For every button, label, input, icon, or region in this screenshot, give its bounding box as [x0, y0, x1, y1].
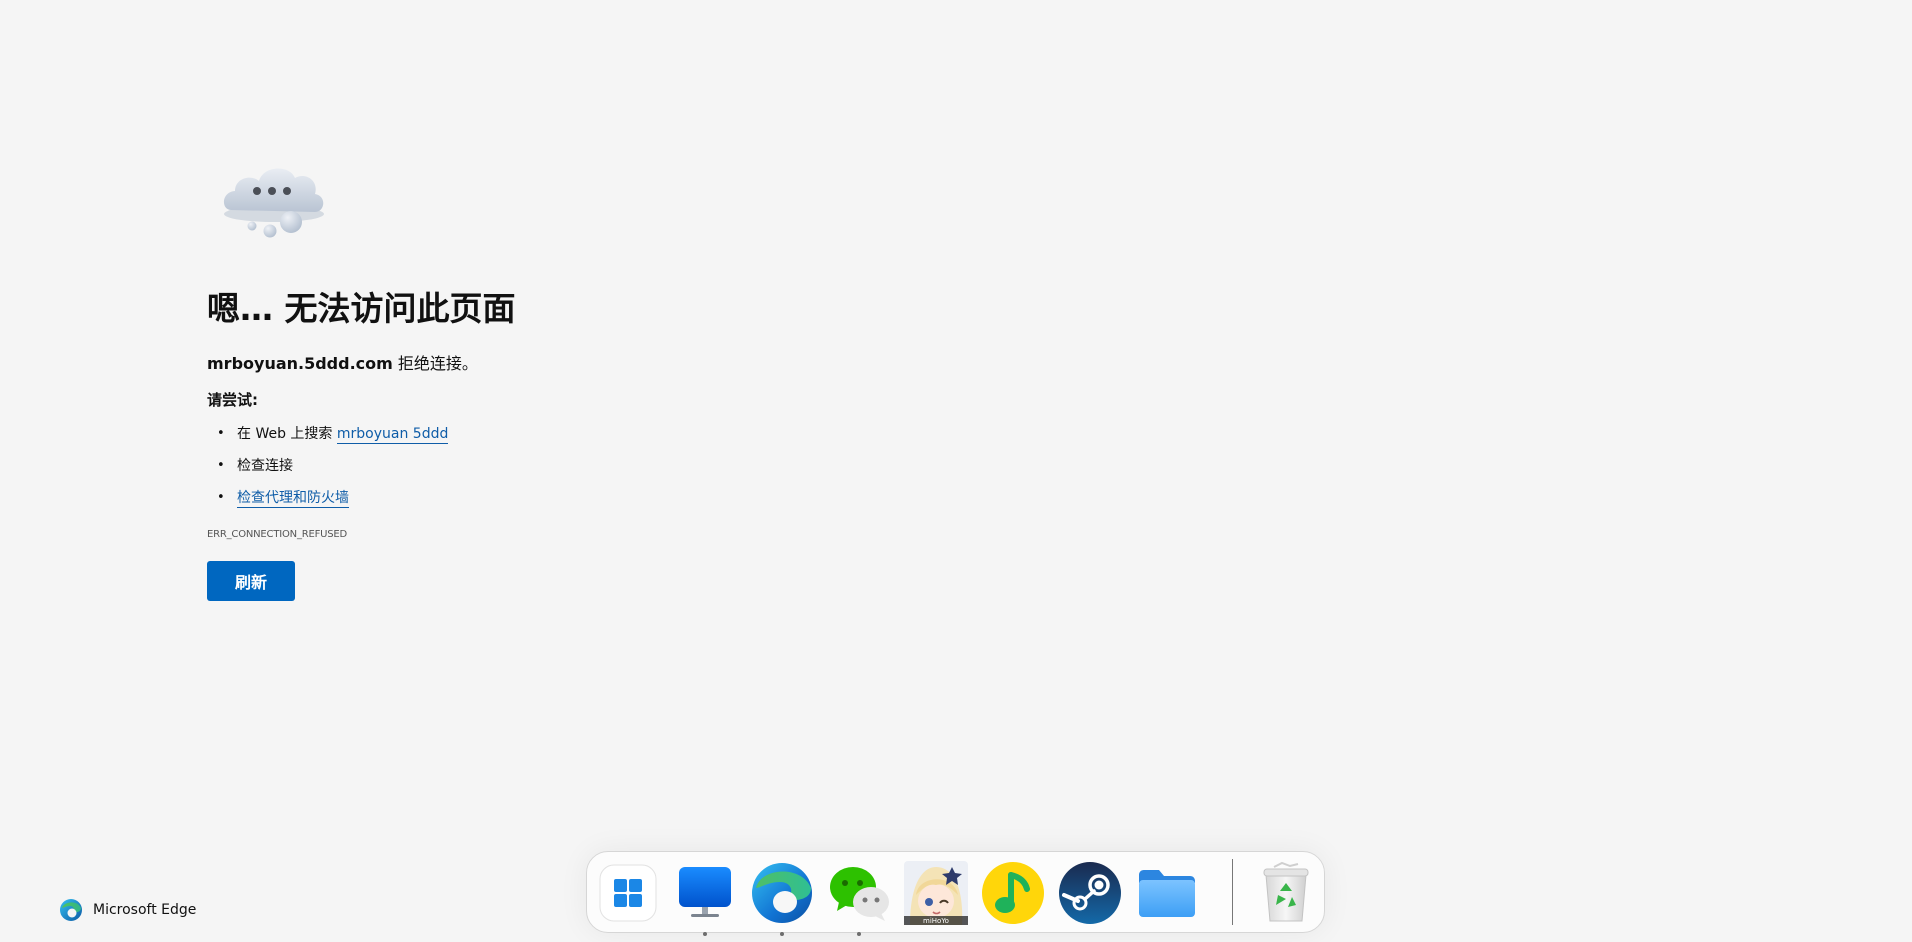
desktop-app-button[interactable] [673, 861, 737, 936]
mihoyo-caption: miHoYo [923, 917, 949, 925]
running-indicator [703, 932, 707, 936]
cloud-error-icon [223, 168, 324, 238]
search-prefix: 在 Web 上搜索 [237, 426, 337, 442]
running-indicator [857, 932, 861, 936]
page-title: 嗯… 无法访问此页面 [207, 289, 516, 328]
bullet: • [217, 490, 225, 505]
browser-name: Microsoft Edge [93, 902, 197, 918]
recycle-bin-icon [1263, 861, 1309, 922]
suggestion-list: • 在 Web 上搜索 mrboyuan 5ddd • 检查连接 • 检查代理和… [207, 418, 449, 514]
wechat-icon [830, 867, 889, 921]
edge-browser-button[interactable] [750, 861, 814, 936]
edge-browser-icon [752, 863, 812, 923]
check-connection-text: 检查连接 [237, 458, 293, 474]
suggestion-check-proxy: • 检查代理和防火墙 [207, 482, 448, 514]
miyoushe-avatar-icon: miHoYo [904, 861, 968, 925]
steam-button[interactable] [1058, 861, 1122, 925]
refresh-button[interactable]: 刷新 [207, 561, 295, 601]
wechat-button[interactable] [827, 861, 891, 936]
taskbar-dock: miHoYo [586, 851, 1325, 936]
recycle-bin-button[interactable] [1254, 861, 1318, 925]
desktop-monitor-icon [679, 867, 731, 917]
error-message: mrboyuan.5ddd.com 拒绝连接。 [207, 350, 478, 374]
steam-icon [1059, 862, 1121, 924]
bullet: • [217, 426, 225, 441]
search-web-link[interactable]: mrboyuan 5ddd [336, 426, 449, 444]
qq-music-button[interactable] [981, 861, 1045, 925]
qq-music-icon [982, 862, 1044, 924]
file-explorer-button[interactable] [1135, 861, 1199, 925]
file-explorer-folder-icon [1139, 870, 1195, 917]
error-message-suffix: 拒绝连接。 [392, 354, 478, 373]
error-host: mrboyuan.5ddd.com [207, 354, 393, 373]
edge-logo-icon [60, 899, 82, 921]
edge-branding: Microsoft Edge [59, 898, 196, 922]
dock-separator [1232, 859, 1233, 925]
check-proxy-firewall-link[interactable]: 检查代理和防火墙 [237, 490, 349, 508]
error-code: ERR_CONNECTION_REFUSED [207, 529, 348, 540]
bullet: • [217, 458, 225, 473]
running-indicator [780, 932, 784, 936]
try-heading: 请尝试: [207, 391, 258, 409]
start-menu-button[interactable] [596, 861, 660, 925]
suggestion-search: • 在 Web 上搜索 mrboyuan 5ddd [207, 418, 449, 450]
start-menu-icon [599, 864, 657, 922]
miyoushe-app-button[interactable]: miHoYo [904, 861, 968, 925]
suggestion-check-connection: • 检查连接 [207, 450, 448, 482]
